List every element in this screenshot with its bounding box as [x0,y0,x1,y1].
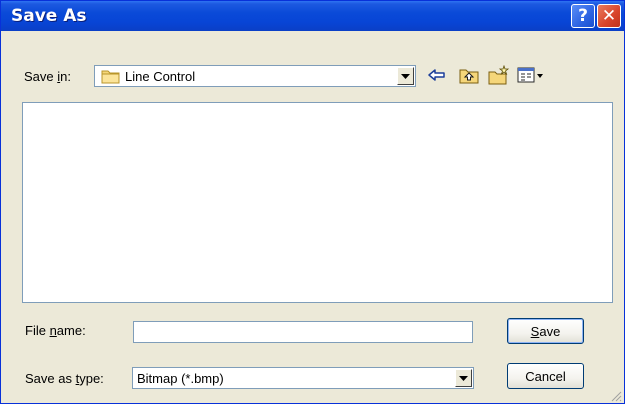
up-one-level-button[interactable] [458,66,480,88]
new-folder-icon [488,64,510,90]
close-icon: ✕ [601,6,617,26]
create-new-folder-button[interactable] [488,64,510,90]
save-as-dialog: Save As ? ✕ Save in: Line Control File n… [0,0,625,404]
save-as-type-dropdown[interactable]: Bitmap (*.bmp) [132,367,474,389]
save-as-type-dropdown-arrow[interactable] [455,369,472,387]
dialog-title: Save As [11,6,87,26]
resize-grip-icon [611,391,622,402]
chevron-down-icon [459,375,468,381]
view-menu-icon [517,67,545,88]
save-in-dropdown[interactable]: Line Control [94,65,416,87]
save-in-value: Line Control [125,69,196,84]
file-name-input[interactable] [133,321,473,343]
back-button[interactable] [426,66,448,88]
title-bar[interactable]: Save As ? ✕ [1,1,624,31]
back-arrow-icon [428,68,446,86]
help-icon: ? [578,6,588,26]
up-one-level-icon [459,66,479,89]
save-button[interactable]: Save [507,318,584,344]
save-in-dropdown-arrow[interactable] [397,67,414,85]
save-as-type-label: Save as type: [25,371,104,386]
help-button[interactable]: ? [571,4,595,28]
folder-icon [101,68,121,89]
resize-grip[interactable] [610,389,622,402]
save-button-label: Save [530,323,561,339]
file-name-label: File name: [25,323,86,338]
chevron-down-icon [401,73,410,79]
cancel-button[interactable]: Cancel [507,363,584,389]
save-in-label: Save in: [24,69,71,84]
view-menu-button[interactable] [516,66,546,88]
close-button[interactable]: ✕ [597,4,621,28]
cancel-button-label: Cancel [525,368,566,384]
file-list-view[interactable] [22,102,613,303]
save-as-type-value: Bitmap (*.bmp) [137,371,224,386]
